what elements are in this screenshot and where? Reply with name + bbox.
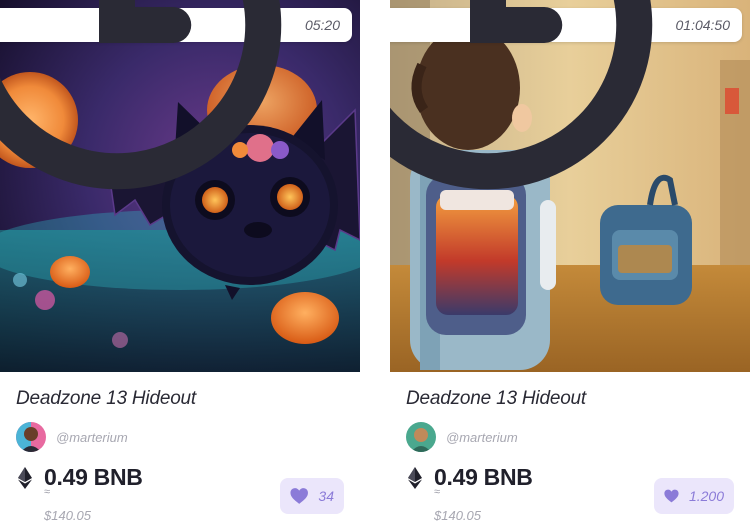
clock-icon xyxy=(390,0,652,190)
like-count: 34 xyxy=(318,488,334,504)
clock-icon xyxy=(0,0,282,190)
countdown-timer: 01:04:50 xyxy=(390,0,742,190)
nft-image-child-backpack[interactable]: 01:04:50 xyxy=(390,0,750,372)
timer-value: 05:20 xyxy=(304,17,340,33)
price-value: 0.49 BNB xyxy=(434,464,533,490)
creator-username[interactable]: @marterium xyxy=(56,430,128,445)
like-button[interactable]: 1.200 xyxy=(654,478,734,514)
countdown-timer: 05:20 xyxy=(0,0,352,190)
like-count: 1.200 xyxy=(688,488,724,504)
approx-symbol: ≈ xyxy=(44,486,51,498)
creator-username[interactable]: @marterium xyxy=(446,430,518,445)
nft-title[interactable]: Deadzone 13 Hideout xyxy=(406,388,586,410)
price-value: 0.49 BNB xyxy=(44,464,143,490)
usd-price: $140.05 xyxy=(44,508,91,523)
nft-card[interactable]: 01:04:50 Deadzone 13 Hideout @marterium … xyxy=(390,0,750,530)
nft-title[interactable]: Deadzone 13 Hideout xyxy=(16,388,196,410)
price-row: 0.49 BNB xyxy=(408,464,533,491)
creator-info[interactable]: @marterium xyxy=(406,422,518,452)
usd-price: $140.05 xyxy=(434,508,481,523)
ethereum-icon xyxy=(18,466,32,489)
heart-icon xyxy=(290,488,308,504)
creator-avatar[interactable] xyxy=(16,422,46,452)
creator-avatar[interactable] xyxy=(406,422,436,452)
nft-image-bat[interactable]: 05:20 xyxy=(0,0,360,372)
creator-info[interactable]: @marterium xyxy=(16,422,128,452)
nft-card[interactable]: 05:20 Deadzone 13 Hideout @marterium 0.4… xyxy=(0,0,360,530)
heart-icon xyxy=(664,489,679,503)
price-row: 0.49 BNB xyxy=(18,464,143,491)
ethereum-icon xyxy=(408,466,422,489)
approx-symbol: ≈ xyxy=(434,486,441,498)
timer-value: 01:04:50 xyxy=(675,17,731,33)
like-button[interactable]: 34 xyxy=(280,478,344,514)
